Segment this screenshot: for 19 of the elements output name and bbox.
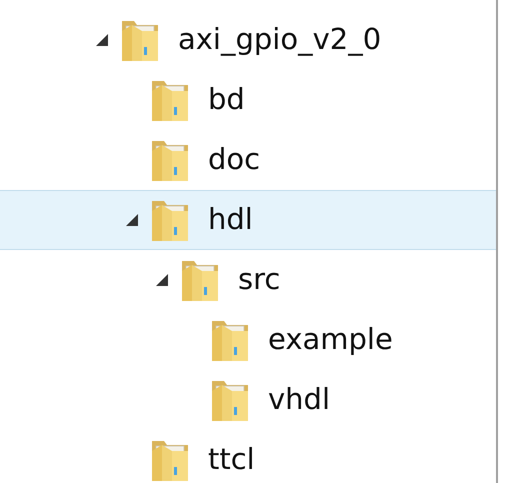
tree-item[interactable]: ttcl [0,430,496,483]
tree-item[interactable]: hdl [0,190,496,250]
tree-item[interactable]: doc [0,130,496,190]
tree-item[interactable]: bd [0,70,496,130]
tree-item[interactable]: src [0,250,496,310]
expanded-arrow-icon[interactable] [94,33,108,47]
tree-item[interactable]: example [0,310,496,370]
folder-name: src [238,261,280,298]
tree-item[interactable]: vhdl [0,370,496,430]
folder-name: example [268,321,393,358]
expanded-arrow-icon[interactable] [124,213,138,227]
tree-item[interactable]: axi_gpio_v2_0 [0,10,496,70]
folder-name: hdl [208,201,253,238]
expanded-arrow-icon[interactable] [154,273,168,287]
folder-name: bd [208,81,245,118]
folder-name: vhdl [268,381,330,418]
folder-name: doc [208,141,260,178]
folder-name: axi_gpio_v2_0 [178,21,382,58]
folder-name: ttcl [208,441,255,478]
